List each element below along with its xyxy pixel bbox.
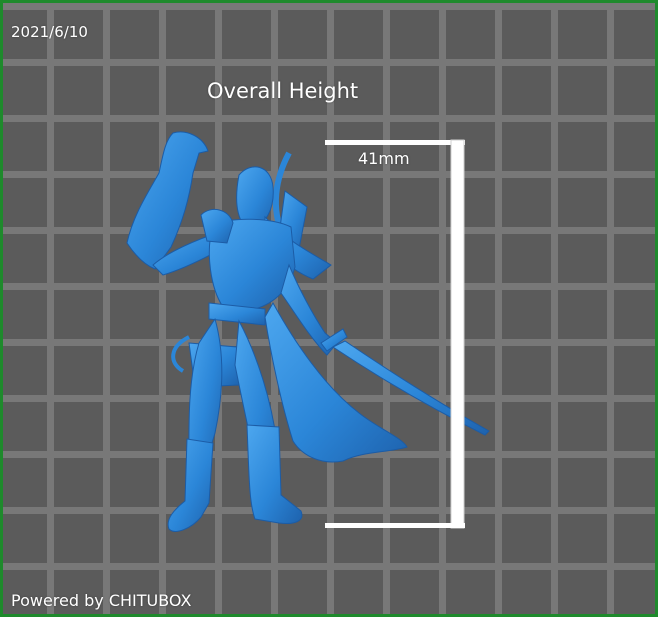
date-label: 2021/6/10 (11, 23, 88, 41)
ruler-bottom-bar (325, 523, 465, 528)
powered-by-footer: Powered by CHITUBOX (11, 591, 192, 610)
3d-viewport[interactable]: 2021/6/10 Overall Height 41mm Powered by… (0, 0, 658, 617)
ruler-vertical-bar (450, 139, 465, 529)
ruler-top-bar (325, 140, 465, 145)
overall-height-title: Overall Height (207, 79, 359, 103)
height-measurement: 41mm (358, 149, 410, 168)
